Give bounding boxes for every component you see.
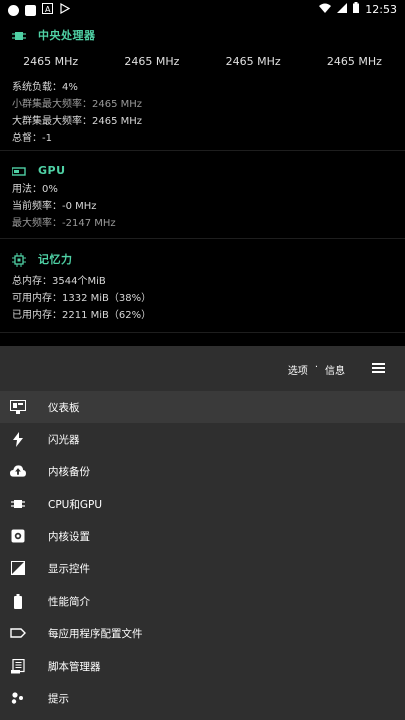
memory-total: 总内存：3544个MiB: [12, 276, 106, 287]
notification-circle-icon: [8, 4, 19, 16]
label-icon: [10, 625, 26, 641]
menu-item-label: 脚本管理器: [48, 660, 101, 673]
gpu-max-frequency: 最大频率：-2147 MHz: [12, 218, 116, 229]
menu-item-label: 提示: [48, 692, 69, 705]
divider: [0, 150, 405, 151]
memory-title: 记忆力: [38, 253, 73, 266]
menu-item-label: 内核设置: [48, 530, 90, 543]
divider: [0, 238, 405, 239]
play-store-icon: [59, 2, 71, 17]
cpu-big-max: 大群集最大频率：2465 MHz: [12, 116, 143, 127]
notification-a-icon: A: [42, 3, 53, 17]
menu-item-performance-profile[interactable]: 性能简介: [0, 585, 405, 617]
menu-item-label: 内核备份: [48, 465, 90, 478]
signal-icon: [337, 2, 348, 16]
sheet-header: 选项 · 信息: [0, 346, 405, 388]
gpu-title: GPU: [38, 163, 66, 177]
menu-item-label: 显示控件: [48, 562, 90, 575]
cpu-little-max: 小群集最大频率：2465 MHz: [12, 99, 143, 110]
dashboard-icon: [10, 399, 26, 415]
battery-icon: [10, 593, 26, 609]
battery-status-icon: [353, 2, 360, 16]
wifi-icon: [319, 3, 332, 16]
menu-item-per-app-profiles[interactable]: 每应用程序配置文件: [0, 617, 405, 649]
cpu-core-frequency: 2465 MHz: [124, 55, 180, 68]
cpu-core-frequency: 2465 MHz: [326, 55, 382, 68]
cpu-title: 中央处理器: [38, 29, 96, 42]
cpu-details: 系统负载：4% 小群集最大频率：2465 MHz 大群集最大频率：2465 MH…: [0, 79, 405, 147]
cloud-upload-icon: [10, 463, 26, 479]
status-bar: A 12:53: [0, 0, 405, 18]
menu-item-label: 每应用程序配置文件: [48, 627, 143, 640]
tab-separator: ·: [314, 362, 318, 373]
menu-item-label: 闪光器: [48, 433, 80, 446]
memory-icon: [12, 252, 26, 267]
memory-available: 可用内存：1332 MiB（38%）: [12, 293, 152, 304]
flash-icon: [10, 431, 26, 447]
menu-item-tips[interactable]: 提示: [0, 682, 405, 714]
cpu-core-frequency: 2465 MHz: [225, 55, 281, 68]
menu-item-label: 仪表板: [48, 401, 80, 414]
menu-item-label: 性能简介: [48, 595, 90, 608]
menu-item-flasher[interactable]: 闪光器: [0, 423, 405, 455]
cpu-core-frequency: 2465 MHz: [23, 55, 79, 68]
memory-section: 记忆力 总内存：3544个MiB 可用内存：1332 MiB（38%） 已用内存…: [0, 248, 405, 324]
cpu-load: 系统负载：4%: [12, 82, 78, 93]
navigation-sheet: 选项 · 信息 仪表板 闪光器 内核备份 CPU和GPU 内核设置 显示控件 性…: [0, 346, 405, 720]
menu-item-cpu-gpu[interactable]: CPU和GPU: [0, 488, 405, 520]
divider: [0, 332, 405, 333]
tips-icon: [10, 690, 26, 706]
script-icon: [10, 658, 26, 674]
menu-item-label: CPU和GPU: [48, 498, 103, 511]
memory-used: 已用内存：2211 MiB（62%）: [12, 310, 152, 321]
cpu-section: 中央处理器: [0, 24, 405, 46]
menu-item-display-control[interactable]: 显示控件: [0, 552, 405, 584]
notification-square-icon: [25, 4, 36, 16]
chip-icon: [10, 496, 26, 512]
tab-options[interactable]: 选项: [288, 362, 308, 377]
cpu-icon: [12, 28, 26, 42]
gpu-section: GPU 用法：0% 当前频率：-0 MHz 最大频率：-2147 MHz: [0, 159, 405, 232]
cpu-governor: 总督：-1: [12, 133, 52, 144]
menu-item-kernel-backup[interactable]: 内核备份: [0, 455, 405, 487]
status-notifications: A: [8, 2, 71, 17]
cpu-frequency-list: 2465 MHz 2465 MHz 2465 MHz 2465 MHz: [0, 55, 405, 68]
status-time: 12:53: [365, 2, 397, 16]
gpu-usage: 用法：0%: [12, 184, 58, 195]
svg-text:A: A: [45, 5, 51, 14]
menu-item-kernel-settings[interactable]: 内核设置: [0, 520, 405, 552]
hamburger-menu-icon[interactable]: [372, 363, 385, 373]
gpu-icon: [11, 163, 26, 177]
menu-item-script-manager[interactable]: 脚本管理器: [0, 650, 405, 682]
settings-icon: [10, 528, 26, 544]
gpu-current-frequency: 当前频率：-0 MHz: [12, 201, 97, 212]
tab-info[interactable]: 信息: [325, 362, 345, 377]
display-icon: [10, 560, 26, 576]
menu-item-dashboard[interactable]: 仪表板: [0, 391, 405, 423]
